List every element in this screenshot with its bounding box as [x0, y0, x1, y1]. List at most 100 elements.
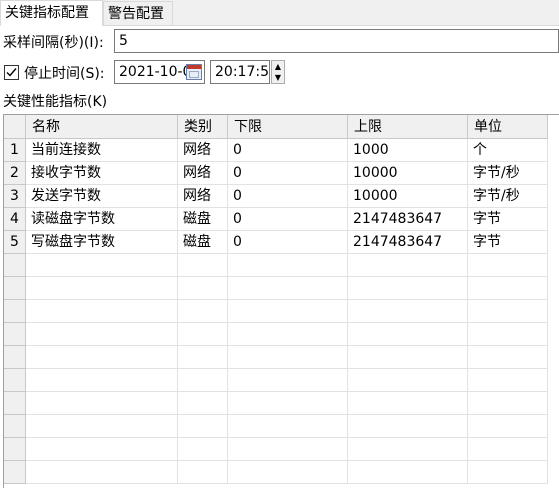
calendar-icon[interactable] [186, 64, 202, 80]
row-header[interactable]: 5 [4, 231, 26, 254]
empty-cell[interactable] [178, 300, 228, 323]
empty-cell[interactable] [468, 369, 548, 392]
empty-cell[interactable] [348, 277, 468, 300]
empty-cell[interactable] [178, 415, 228, 438]
interval-input[interactable]: 5 [114, 29, 559, 53]
row-header[interactable]: 3 [4, 185, 26, 208]
cell-name[interactable]: 发送字节数 [26, 185, 178, 208]
cell-lower[interactable]: 0 [228, 162, 348, 185]
empty-cell[interactable] [26, 369, 178, 392]
empty-cell[interactable] [178, 369, 228, 392]
tab-alert-config[interactable]: 警告配置 [103, 1, 173, 25]
cell-name[interactable]: 接收字节数 [26, 162, 178, 185]
empty-cell[interactable] [348, 461, 468, 484]
empty-cell[interactable] [348, 392, 468, 415]
column-header-name[interactable]: 名称 [26, 115, 178, 139]
empty-cell[interactable] [468, 277, 548, 300]
empty-cell[interactable] [468, 415, 548, 438]
empty-cell[interactable] [348, 438, 468, 461]
empty-cell[interactable] [228, 415, 348, 438]
row-header[interactable] [4, 323, 26, 346]
empty-cell[interactable] [228, 369, 348, 392]
row-header[interactable] [4, 392, 26, 415]
spin-down-icon[interactable]: ▼ [272, 72, 284, 83]
row-header[interactable]: 1 [4, 139, 26, 162]
empty-cell[interactable] [26, 254, 178, 277]
empty-cell[interactable] [348, 300, 468, 323]
empty-cell[interactable] [26, 461, 178, 484]
cell-upper[interactable]: 10000 [348, 185, 468, 208]
cell-upper[interactable]: 10000 [348, 162, 468, 185]
row-header[interactable] [4, 461, 26, 484]
row-header[interactable] [4, 438, 26, 461]
tab-kpi-config[interactable]: 关键指标配置 [0, 0, 103, 26]
empty-cell[interactable] [26, 392, 178, 415]
column-header-unit[interactable]: 单位 [468, 115, 548, 139]
cell-unit[interactable]: 字节 [468, 208, 548, 231]
cell-lower[interactable]: 0 [228, 231, 348, 254]
row-header[interactable] [4, 277, 26, 300]
empty-cell[interactable] [228, 300, 348, 323]
empty-cell[interactable] [26, 323, 178, 346]
empty-cell[interactable] [468, 300, 548, 323]
row-header[interactable]: 2 [4, 162, 26, 185]
empty-cell[interactable] [468, 392, 548, 415]
row-header[interactable] [4, 369, 26, 392]
empty-cell[interactable] [178, 277, 228, 300]
column-header-category[interactable]: 类别 [178, 115, 228, 139]
empty-cell[interactable] [348, 323, 468, 346]
spin-up-icon[interactable]: ▲ [272, 61, 284, 72]
empty-cell[interactable] [468, 254, 548, 277]
stop-time-input[interactable]: 20:17:58 [210, 60, 270, 84]
empty-cell[interactable] [178, 438, 228, 461]
column-header-upper[interactable]: 上限 [348, 115, 468, 139]
empty-cell[interactable] [178, 392, 228, 415]
empty-cell[interactable] [228, 346, 348, 369]
time-spin-buttons[interactable]: ▲ ▼ [271, 60, 285, 84]
cell-upper[interactable]: 2147483647 [348, 208, 468, 231]
row-header[interactable] [4, 346, 26, 369]
empty-cell[interactable] [178, 346, 228, 369]
cell-category[interactable]: 网络 [178, 139, 228, 162]
empty-cell[interactable] [228, 392, 348, 415]
empty-cell[interactable] [26, 300, 178, 323]
empty-cell[interactable] [468, 323, 548, 346]
row-header[interactable] [4, 254, 26, 277]
cell-unit[interactable]: 字节/秒 [468, 162, 548, 185]
empty-cell[interactable] [178, 461, 228, 484]
empty-cell[interactable] [468, 438, 548, 461]
empty-cell[interactable] [468, 346, 548, 369]
cell-category[interactable]: 网络 [178, 185, 228, 208]
cell-lower[interactable]: 0 [228, 208, 348, 231]
cell-upper[interactable]: 2147483647 [348, 231, 468, 254]
cell-category[interactable]: 网络 [178, 162, 228, 185]
empty-cell[interactable] [348, 415, 468, 438]
empty-cell[interactable] [348, 346, 468, 369]
row-header[interactable] [4, 415, 26, 438]
empty-cell[interactable] [348, 254, 468, 277]
cell-lower[interactable]: 0 [228, 185, 348, 208]
cell-name[interactable]: 写磁盘字节数 [26, 231, 178, 254]
cell-name[interactable]: 当前连接数 [26, 139, 178, 162]
row-header[interactable]: 4 [4, 208, 26, 231]
empty-cell[interactable] [178, 323, 228, 346]
empty-cell[interactable] [228, 254, 348, 277]
empty-cell[interactable] [26, 438, 178, 461]
empty-cell[interactable] [26, 415, 178, 438]
stop-time-checkbox[interactable] [4, 65, 19, 80]
empty-cell[interactable] [348, 369, 468, 392]
empty-cell[interactable] [228, 461, 348, 484]
empty-cell[interactable] [228, 277, 348, 300]
empty-cell[interactable] [468, 461, 548, 484]
empty-cell[interactable] [228, 438, 348, 461]
empty-cell[interactable] [178, 254, 228, 277]
empty-cell[interactable] [26, 277, 178, 300]
cell-unit[interactable]: 字节 [468, 231, 548, 254]
cell-category[interactable]: 磁盘 [178, 231, 228, 254]
column-header-lower[interactable]: 下限 [228, 115, 348, 139]
empty-cell[interactable] [26, 346, 178, 369]
cell-unit[interactable]: 个 [468, 139, 548, 162]
cell-upper[interactable]: 1000 [348, 139, 468, 162]
cell-unit[interactable]: 字节/秒 [468, 185, 548, 208]
kpi-grid[interactable]: 名称 类别 下限 上限 单位 1 当前连接数 网络 0 1000 个 2 接收字节数 网络 0 10… [3, 114, 559, 488]
